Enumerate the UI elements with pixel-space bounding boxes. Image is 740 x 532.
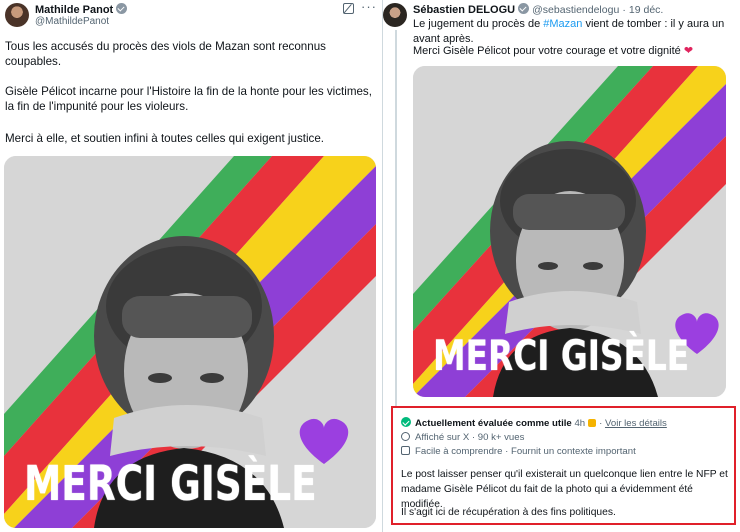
document-icon: [401, 446, 410, 455]
tweet-text-paragraph: Merci Gisèle Pélicot pour votre courage …: [413, 45, 694, 57]
note-views: Affiché sur X · 90 k+ vues: [401, 432, 524, 443]
author-handle[interactable]: @sebastiendelogu: [532, 4, 619, 16]
community-note: Actuellement évaluée comme utile 4h · Voi…: [391, 406, 736, 525]
separator-dot: ·: [622, 4, 626, 16]
verified-badge-icon: [518, 3, 530, 14]
hashtag-link[interactable]: #Mazan: [543, 18, 582, 30]
author-avatar[interactable]: [383, 3, 407, 27]
tweet-date[interactable]: 19 déc.: [629, 4, 663, 16]
tweet-text-paragraph: Gisèle Pélicot incarne pour l'Histoire l…: [5, 85, 372, 113]
note-reasons: Facile à comprendre · Fournit un context…: [401, 446, 636, 457]
note-status: Actuellement évaluée comme utile 4h · Voi…: [401, 417, 667, 429]
heart-emoji-icon: ❤: [683, 45, 694, 57]
tweet-text-paragraph: Tous les accusés du procès des viols de …: [5, 40, 326, 68]
thumbs-icon: [588, 419, 597, 427]
poster-caption: MERCI GISÈLE: [24, 456, 317, 512]
eye-icon: [401, 432, 410, 441]
see-details-link[interactable]: Voir les détails: [605, 418, 667, 429]
tweet-text-paragraph: Le jugement du procès de #Mazan vient de…: [413, 18, 725, 45]
author-name[interactable]: Mathilde Panot: [35, 3, 128, 16]
tweet-header: Sébastien DELOGU @sebastiendelogu · 19 d…: [413, 3, 663, 16]
author-name[interactable]: Sébastien DELOGU: [413, 4, 515, 16]
author-handle[interactable]: @MathildePanot: [35, 16, 109, 27]
thread-line: [395, 30, 397, 410]
tweet-image[interactable]: MERCI GISÈLE: [413, 66, 726, 397]
note-body-text: Le post laisser penser qu'il existerait …: [401, 469, 728, 510]
check-circle-icon: [401, 417, 411, 427]
note-body-text: Il s'agit ici de récupération à des fins…: [401, 507, 616, 518]
grok-icon[interactable]: [343, 3, 354, 14]
verified-badge-icon: [116, 3, 128, 14]
tweet-text-paragraph: Merci à elle, et soutien infini à toutes…: [5, 132, 324, 145]
poster-caption: MERCI GISÈLE: [433, 331, 690, 380]
author-avatar[interactable]: [5, 3, 29, 27]
tweet-image[interactable]: MERCI GISÈLE: [4, 156, 376, 528]
more-options-button[interactable]: ···: [361, 0, 377, 14]
